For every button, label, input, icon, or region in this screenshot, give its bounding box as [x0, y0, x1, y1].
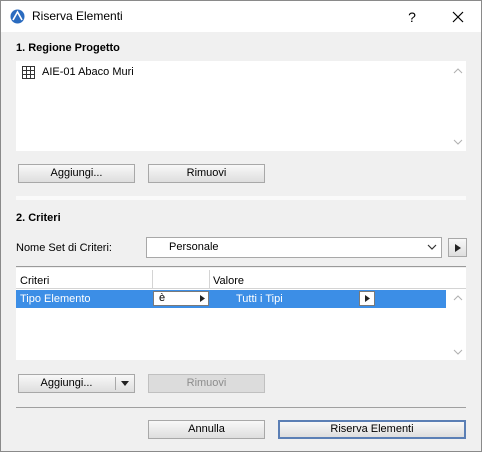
- table-row[interactable]: Tipo Elemento è Tutti i Tipi: [16, 290, 446, 308]
- chevron-down-icon: [427, 244, 437, 250]
- list-item-label: AIE-01 Abaco Muri: [42, 66, 134, 78]
- add-criterion-label[interactable]: Aggiungi...: [19, 375, 114, 392]
- column-divider: [152, 270, 153, 288]
- table-grid-icon: [22, 66, 35, 79]
- criteria-set-label: Nome Set di Criteri:: [16, 242, 112, 254]
- triangle-right-icon: [455, 244, 461, 252]
- dialog-window: Riserva Elementi ? 1. Regione Progetto A…: [0, 0, 482, 452]
- split-divider: [115, 377, 116, 390]
- help-button[interactable]: ?: [397, 7, 427, 27]
- scroll-down-icon[interactable]: [453, 138, 463, 146]
- reserve-elements-button[interactable]: Riserva Elementi: [278, 420, 466, 439]
- criteria-set-dropdown[interactable]: Personale: [146, 237, 442, 258]
- row-value: Tutti i Tipi: [236, 293, 283, 305]
- grid-top-line: [16, 266, 466, 267]
- list-item[interactable]: AIE-01 Abaco Muri: [21, 65, 451, 81]
- footer-divider: [16, 407, 466, 408]
- section-criteri-title: 2. Criteri: [16, 212, 61, 224]
- criteria-set-menu-button[interactable]: [448, 238, 467, 257]
- add-criterion-split-button[interactable]: Aggiungi...: [18, 374, 135, 393]
- value-popup-button[interactable]: [359, 291, 375, 306]
- operator-popup[interactable]: è: [153, 291, 209, 306]
- section-divider: [16, 196, 466, 200]
- column-header-criteri[interactable]: Criteri: [20, 275, 49, 287]
- column-divider: [209, 270, 210, 288]
- project-region-list[interactable]: AIE-01 Abaco Muri: [16, 61, 466, 151]
- criteria-grid[interactable]: Criteri Valore Tipo Elemento è Tutti i T…: [16, 268, 466, 360]
- window-title: Riserva Elementi: [32, 9, 123, 23]
- archicad-app-icon: [10, 9, 25, 24]
- criteria-set-value: Personale: [169, 241, 219, 253]
- scroll-up-icon[interactable]: [453, 67, 463, 75]
- triangle-right-icon: [200, 295, 205, 302]
- dropdown-arrow-icon[interactable]: [121, 381, 129, 386]
- triangle-right-icon: [365, 295, 370, 302]
- scroll-down-icon[interactable]: [453, 348, 463, 356]
- title-bar: Riserva Elementi ?: [1, 1, 481, 32]
- grid-header-row: Criteri Valore: [16, 268, 466, 289]
- close-icon[interactable]: [443, 7, 473, 27]
- remove-criterion-button[interactable]: Rimuovi: [148, 374, 265, 393]
- row-operator: è: [159, 292, 166, 304]
- cancel-button[interactable]: Annulla: [148, 420, 265, 439]
- remove-region-button[interactable]: Rimuovi: [148, 164, 265, 183]
- column-header-valore[interactable]: Valore: [213, 275, 244, 287]
- section-regione-progetto-title: 1. Regione Progetto: [16, 42, 120, 54]
- scroll-up-icon[interactable]: [453, 294, 463, 302]
- row-criterion: Tipo Elemento: [20, 293, 91, 305]
- add-region-button[interactable]: Aggiungi...: [18, 164, 135, 183]
